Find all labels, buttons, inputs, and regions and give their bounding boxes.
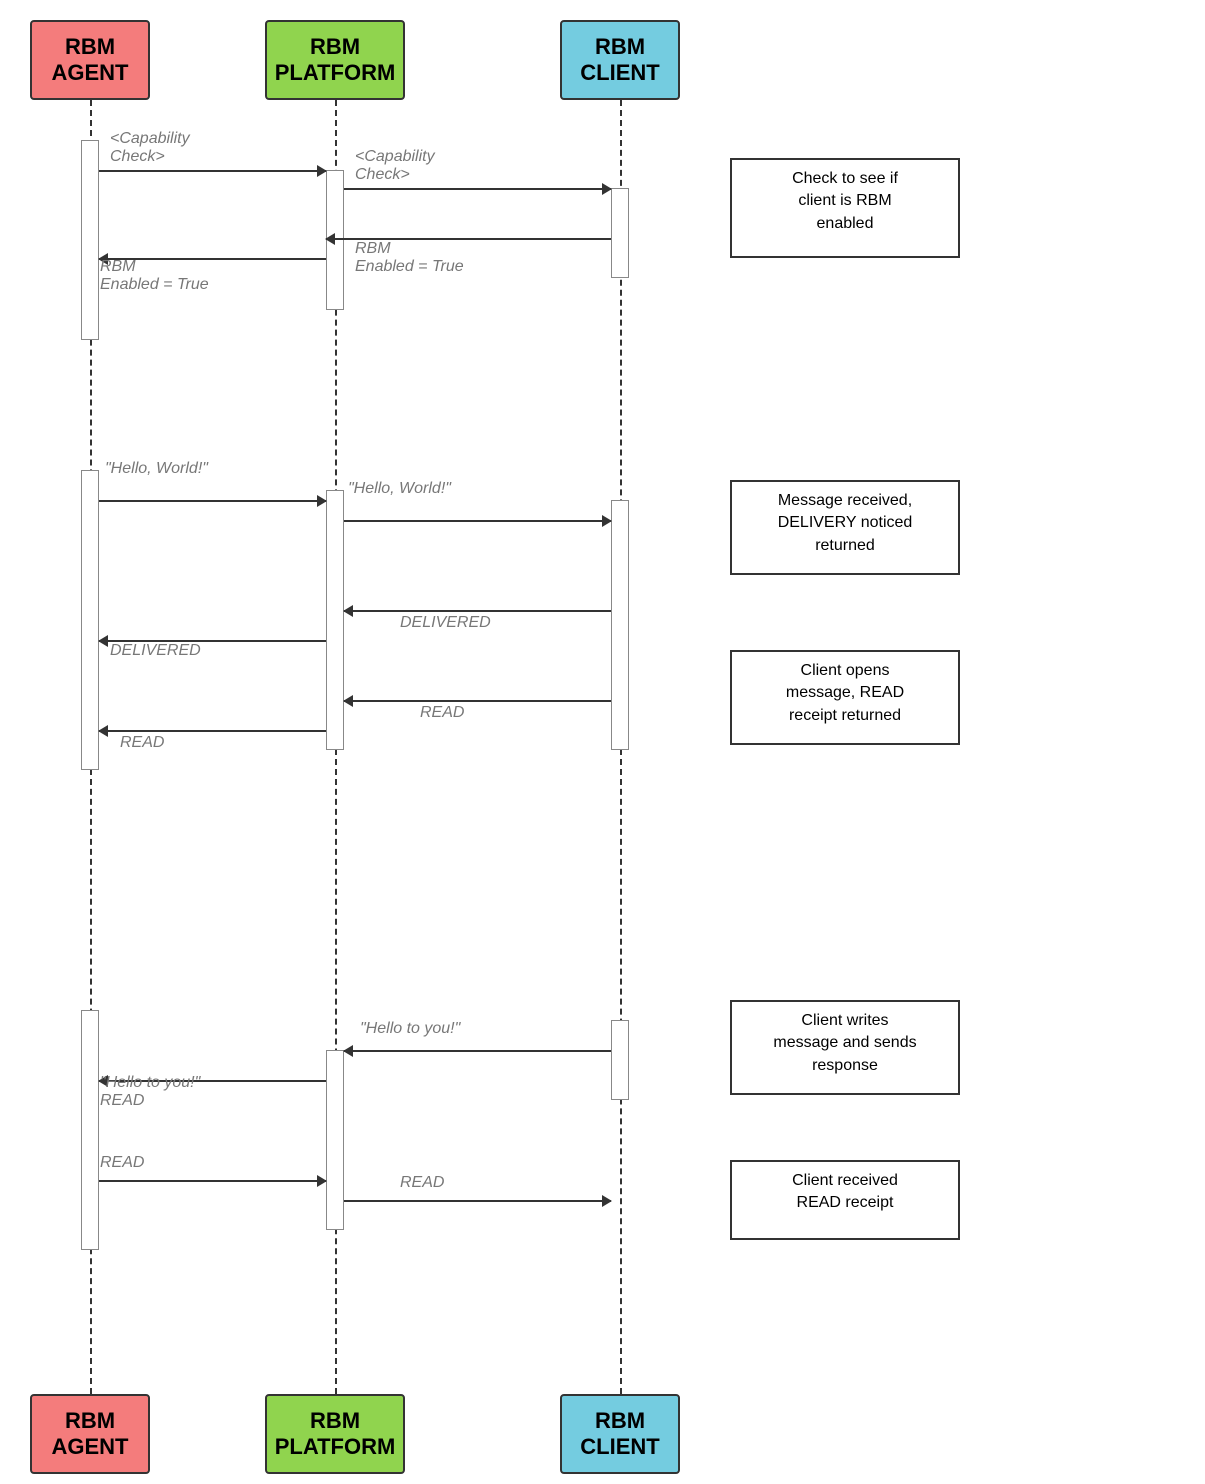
- arrow-label-delivered-2: DELIVERED: [110, 642, 201, 660]
- arrow-hello-world-2: [344, 520, 611, 522]
- activation-agent-act3: [81, 1010, 99, 1250]
- arrow-read-4: [344, 1200, 611, 1202]
- arrow-label-read-4: READ: [400, 1174, 444, 1192]
- arrow-hello-you-1: [344, 1050, 611, 1052]
- arrow-label-delivered-1: DELIVERED: [400, 614, 491, 632]
- arrow-hello-world-1: [99, 500, 326, 502]
- arrow-read-1: [344, 700, 611, 702]
- arrow-cap-check-1: [99, 170, 326, 172]
- arrow-label-hello-world-2: "Hello, World!": [348, 480, 451, 498]
- arrow-label-hello-world-1: "Hello, World!": [105, 460, 208, 478]
- arrow-label-rbm-enabled-2: RBM Enabled = True: [100, 258, 209, 294]
- activation-client-act3: [611, 1020, 629, 1100]
- actor-client: RBM CLIENT: [560, 20, 680, 100]
- activation-platform-act2: [326, 490, 344, 750]
- activation-agent-act1: [81, 140, 99, 340]
- sequence-diagram: RBM AGENT RBM PLATFORM RBM CLIENT RBM AGENT…: [0, 0, 1205, 1484]
- activation-platform-act3: [326, 1050, 344, 1230]
- arrow-label-cap-check-2: <Capability Check>: [355, 148, 435, 184]
- note-note-read: Client opens message, READ receipt retur…: [730, 650, 960, 745]
- arrow-label-read-3: READ: [100, 1154, 144, 1172]
- actor-bottom-platform-b: RBM PLATFORM: [265, 1394, 405, 1474]
- arrow-cap-check-2: [344, 188, 611, 190]
- actor-bottom-agent-b: RBM AGENT: [30, 1394, 150, 1474]
- activation-client-act1: [611, 188, 629, 278]
- arrow-label-hello-you-2: "Hello to you!" READ: [100, 1074, 200, 1110]
- arrow-label-read-2: READ: [120, 734, 164, 752]
- activation-client-act2: [611, 500, 629, 750]
- arrow-delivered-1: [344, 610, 611, 612]
- arrow-label-hello-you-1: "Hello to you!": [360, 1020, 460, 1038]
- activation-agent-act2: [81, 470, 99, 770]
- actor-bottom-client-b: RBM CLIENT: [560, 1394, 680, 1474]
- note-note-writes: Client writes message and sends response: [730, 1000, 960, 1095]
- actor-agent: RBM AGENT: [30, 20, 150, 100]
- arrow-label-read-1: READ: [420, 704, 464, 722]
- note-note-read-receipt: Client received READ receipt: [730, 1160, 960, 1240]
- note-note-delivery: Message received, DELIVERY noticed retur…: [730, 480, 960, 575]
- arrow-label-rbm-enabled-1: RBM Enabled = True: [355, 240, 464, 276]
- arrow-read-3: [99, 1180, 326, 1182]
- arrow-label-cap-check-1: <Capability Check>: [110, 130, 190, 166]
- note-note-capability: Check to see if client is RBM enabled: [730, 158, 960, 258]
- actor-platform: RBM PLATFORM: [265, 20, 405, 100]
- arrow-read-2: [99, 730, 326, 732]
